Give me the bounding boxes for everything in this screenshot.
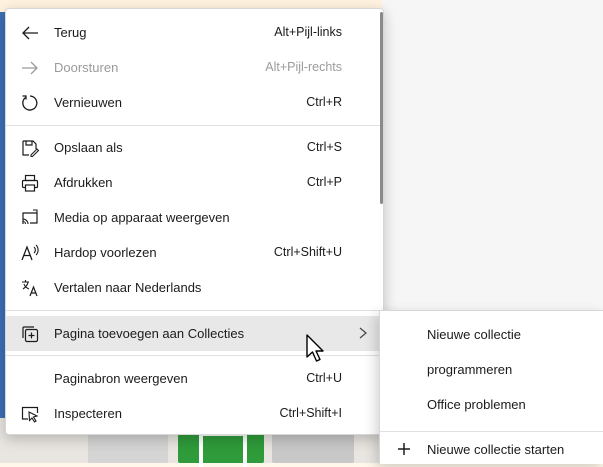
menu-separator	[6, 310, 383, 311]
submenu-item-collection[interactable]: programmeren	[380, 352, 603, 387]
submenu-item-label: Nieuwe collectie	[427, 327, 521, 342]
menu-item-label: Terug	[54, 25, 87, 40]
submenu-item-collection[interactable]: Office problemen	[380, 387, 603, 422]
print-icon	[20, 173, 40, 193]
menu-item-forward[interactable]: Doorsturen Alt+Pijl-rechts	[6, 50, 383, 85]
collections-submenu: Nieuwe collectie programmeren Office pro…	[379, 310, 603, 464]
menu-item-print[interactable]: Afdrukken Ctrl+P	[6, 165, 383, 200]
menu-item-translate[interactable]: Vertalen naar Nederlands	[6, 270, 383, 305]
collections-add-icon	[20, 324, 40, 344]
submenu-item-start-new-collection[interactable]: Nieuwe collectie starten	[380, 432, 603, 467]
inspect-icon	[20, 404, 40, 424]
refresh-icon	[20, 93, 40, 113]
context-menu: Terug Alt+Pijl-links Doorsturen Alt+Pijl…	[5, 8, 384, 435]
menu-scrollbar[interactable]	[380, 12, 383, 204]
translate-icon	[20, 278, 40, 298]
menu-item-label: Vertalen naar Nederlands	[54, 280, 202, 295]
menu-item-inspect[interactable]: Inspecteren Ctrl+Shift+I	[6, 396, 383, 431]
mouse-pointer-icon	[305, 333, 327, 367]
cast-media-icon	[20, 208, 40, 228]
submenu-item-new-collection[interactable]: Nieuwe collectie	[380, 317, 603, 352]
menu-item-read-aloud[interactable]: Hardop voorlezen Ctrl+Shift+U	[6, 235, 383, 270]
menu-item-label: Doorsturen	[54, 60, 119, 75]
menu-item-shortcut: Ctrl+Shift+I	[279, 406, 342, 420]
menu-item-label: Opslaan als	[54, 140, 123, 155]
menu-item-shortcut: Alt+Pijl-links	[274, 25, 342, 39]
menu-item-label: Inspecteren	[54, 406, 122, 421]
plus-icon	[396, 441, 412, 457]
menu-item-cast-media[interactable]: Media op apparaat weergeven	[6, 200, 383, 235]
menu-item-label: Afdrukken	[54, 175, 113, 190]
menu-item-label: Media op apparaat weergeven	[54, 210, 230, 225]
save-as-icon	[20, 138, 40, 158]
forward-arrow-icon	[20, 58, 40, 78]
read-aloud-icon	[20, 243, 40, 263]
back-arrow-icon	[20, 23, 40, 43]
menu-item-shortcut: Alt+Pijl-rechts	[265, 60, 342, 74]
submenu-item-label: Office problemen	[427, 397, 526, 412]
menu-item-shortcut: Ctrl+P	[306, 175, 342, 189]
menu-item-back[interactable]: Terug Alt+Pijl-links	[6, 15, 383, 50]
media-play-icon	[199, 432, 247, 467]
menu-item-label: Hardop voorlezen	[54, 245, 157, 260]
menu-item-label: Pagina toevoegen aan Collecties	[54, 326, 245, 341]
menu-item-shortcut: Ctrl+S	[306, 140, 342, 154]
menu-item-shortcut: Ctrl+R	[306, 95, 342, 109]
menu-item-label: Vernieuwen	[54, 95, 122, 110]
chevron-right-icon	[356, 326, 370, 340]
menu-separator	[6, 125, 383, 126]
menu-item-save-as[interactable]: Opslaan als Ctrl+S	[6, 130, 383, 165]
submenu-item-label: Nieuwe collectie starten	[427, 442, 565, 457]
menu-item-refresh[interactable]: Vernieuwen Ctrl+R	[6, 85, 383, 120]
menu-item-label: Paginabron weergeven	[54, 371, 188, 386]
submenu-item-label: programmeren	[427, 362, 513, 377]
menu-item-shortcut: Ctrl+Shift+U	[273, 245, 342, 259]
